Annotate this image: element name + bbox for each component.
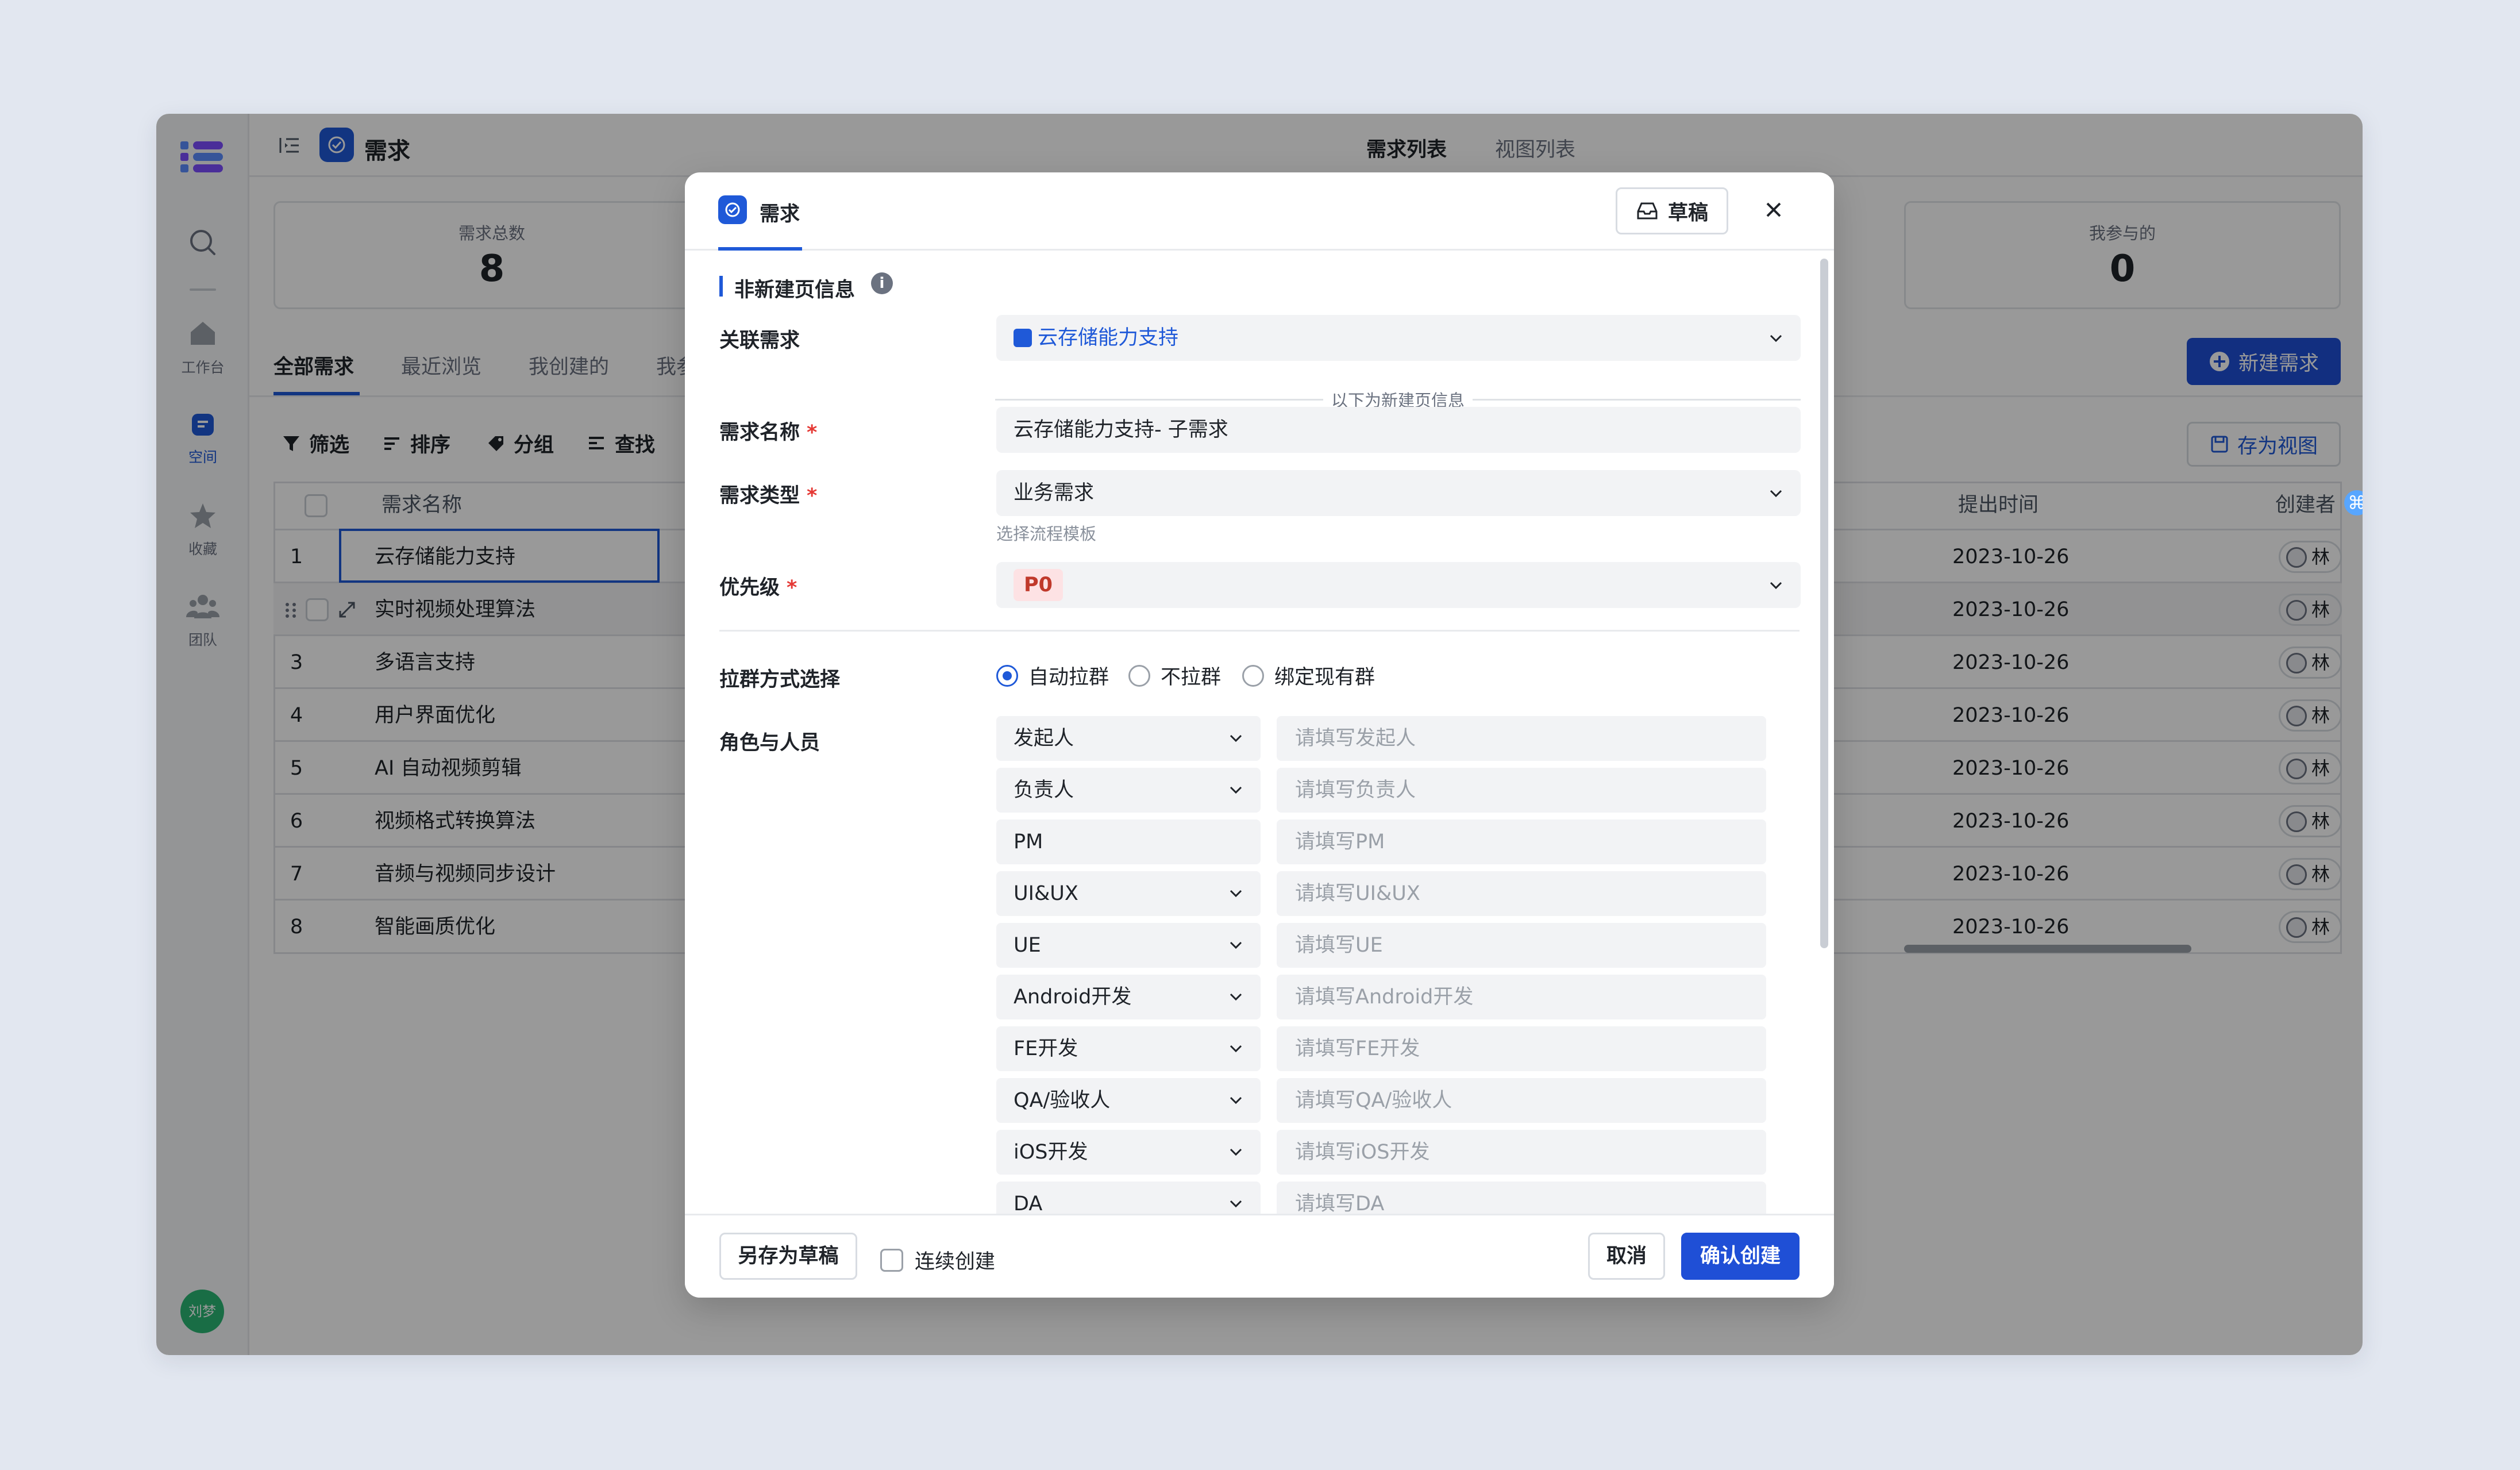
radio-bind-group-label: 绑定现有群 <box>1274 666 1375 689</box>
dialog-body: 非新建页信息 i 关联需求 云存储能力支持 以下为新建页信息 需求名称 * 云存储… <box>685 252 1834 1214</box>
role-select[interactable]: iOS开发 <box>996 1130 1261 1175</box>
radio-auto-group[interactable]: 自动拉群 <box>996 661 1109 690</box>
role-select[interactable]: 负责人 <box>996 768 1261 813</box>
role-select[interactable]: DA <box>996 1182 1261 1214</box>
info-icon[interactable]: i <box>871 272 893 294</box>
chevron-down-icon <box>1230 1096 1242 1105</box>
role-input[interactable]: PM <box>996 819 1261 864</box>
radio-selected-icon <box>996 664 1018 687</box>
requirement-type-value: 业务需求 <box>1014 482 1095 505</box>
type-label: 需求类型 * <box>719 479 817 509</box>
role-person-input[interactable]: 请填写UI&UX <box>1277 871 1766 916</box>
role-name: PM <box>1014 830 1043 853</box>
priority-label-text: 优先级 <box>719 576 780 599</box>
required-mark: * <box>807 484 818 507</box>
type-label-text: 需求类型 <box>719 484 800 507</box>
chevron-down-icon <box>1230 890 1242 898</box>
required-mark: * <box>807 421 818 444</box>
dialog-title-underline <box>718 247 802 251</box>
chevron-down-icon <box>1770 490 1782 498</box>
radio-no-group-label: 不拉群 <box>1161 666 1222 689</box>
dialog-header: 需求 草稿 <box>685 172 1834 251</box>
role-name: QA/验收人 <box>1014 1089 1111 1112</box>
required-mark: * <box>787 576 797 599</box>
role-select[interactable]: 发起人 <box>996 716 1261 761</box>
radio-no-group[interactable]: 不拉群 <box>1128 661 1221 690</box>
roles-label: 角色与人员 <box>719 732 820 755</box>
requirement-name-value: 云存储能力支持- 子需求 <box>1014 418 1228 441</box>
chevron-down-icon <box>1230 941 1242 949</box>
role-name: DA <box>1014 1192 1043 1214</box>
role-select[interactable]: UI&UX <box>996 871 1261 916</box>
draft-button[interactable]: 草稿 <box>1616 187 1728 234</box>
role-name: Android开发 <box>1014 986 1132 1009</box>
section-divider <box>719 630 1800 632</box>
role-person-input[interactable]: 请填写发起人 <box>1277 716 1766 761</box>
related-requirement-value: 云存储能力支持 <box>1038 326 1179 349</box>
type-hint: 选择流程模板 <box>996 524 1097 544</box>
role-select[interactable]: Android开发 <box>996 975 1261 1019</box>
role-name: 负责人 <box>1014 779 1074 802</box>
group-method-label: 拉群方式选择 <box>719 668 841 691</box>
inbox-icon <box>1637 202 1658 220</box>
role-person-input[interactable]: 请填写Android开发 <box>1277 975 1766 1019</box>
priority-select[interactable]: P0 <box>996 562 1801 608</box>
role-person-input[interactable]: 请填写QA/验收人 <box>1277 1078 1766 1123</box>
related-requirement-label: 关联需求 <box>719 329 800 352</box>
chevron-down-icon <box>1230 1045 1242 1053</box>
dialog-footer: 另存为草稿 连续创建 取消 确认创建 <box>685 1214 1834 1298</box>
role-select[interactable]: QA/验收人 <box>996 1078 1261 1123</box>
cancel-button[interactable]: 取消 <box>1588 1233 1665 1280</box>
close-icon[interactable] <box>1759 195 1788 224</box>
continuous-create-checkbox[interactable]: 连续创建 <box>880 1245 995 1275</box>
chevron-down-icon <box>1230 786 1242 794</box>
priority-label: 优先级 * <box>719 571 797 601</box>
role-person-input[interactable]: 请填写DA <box>1277 1182 1766 1214</box>
chevron-down-icon <box>1230 993 1242 1001</box>
save-as-draft-button[interactable]: 另存为草稿 <box>719 1233 857 1280</box>
chevron-down-icon <box>1770 334 1782 343</box>
role-person-input[interactable]: 请填写PM <box>1277 819 1766 864</box>
radio-bind-group[interactable]: 绑定现有群 <box>1242 661 1375 690</box>
radio-icon <box>1128 664 1150 687</box>
checkbox-icon <box>880 1248 903 1272</box>
requirement-type-select[interactable]: 业务需求 <box>996 470 1801 516</box>
role-person-input[interactable]: 请填写负责人 <box>1277 768 1766 813</box>
role-person-input[interactable]: 请填写iOS开发 <box>1277 1130 1766 1175</box>
requirement-name-input[interactable]: 云存储能力支持- 子需求 <box>996 407 1801 453</box>
requirement-square-icon <box>1014 329 1032 347</box>
related-requirement-select[interactable]: 云存储能力支持 <box>996 315 1801 361</box>
section-accent-bar <box>719 276 723 297</box>
requirement-app-icon <box>718 195 747 224</box>
create-requirement-dialog: 需求 草稿 非新建页信息 i 关联需求 云存储能力支持 以下为新建页信息 需求名… <box>685 172 1834 1298</box>
role-name: 发起人 <box>1014 727 1074 750</box>
chevron-down-icon <box>1770 582 1782 590</box>
role-name: UI&UX <box>1014 882 1078 905</box>
dialog-title[interactable]: 需求 <box>760 198 800 227</box>
role-name: FE开发 <box>1014 1037 1078 1060</box>
role-person-input[interactable]: 请填写FE开发 <box>1277 1026 1766 1071</box>
chevron-down-icon <box>1230 1200 1242 1208</box>
priority-badge: P0 <box>1014 569 1064 601</box>
role-select[interactable]: FE开发 <box>996 1026 1261 1071</box>
chevron-down-icon <box>1230 734 1242 742</box>
role-name: UE <box>1014 934 1041 957</box>
chevron-down-icon <box>1230 1148 1242 1156</box>
draft-label: 草稿 <box>1667 201 1708 225</box>
role-name: iOS开发 <box>1014 1141 1088 1164</box>
role-person-input[interactable]: 请填写UE <box>1277 923 1766 968</box>
name-label-text: 需求名称 <box>719 421 800 444</box>
role-select[interactable]: UE <box>996 923 1261 968</box>
name-label: 需求名称 * <box>719 416 817 445</box>
dialog-scrollbar[interactable] <box>1820 259 1828 948</box>
radio-icon <box>1242 664 1264 687</box>
radio-auto-group-label: 自动拉群 <box>1028 666 1109 689</box>
continuous-create-label: 连续创建 <box>915 1250 996 1273</box>
section-title: 非新建页信息 <box>734 279 856 302</box>
confirm-create-button[interactable]: 确认创建 <box>1681 1233 1800 1280</box>
